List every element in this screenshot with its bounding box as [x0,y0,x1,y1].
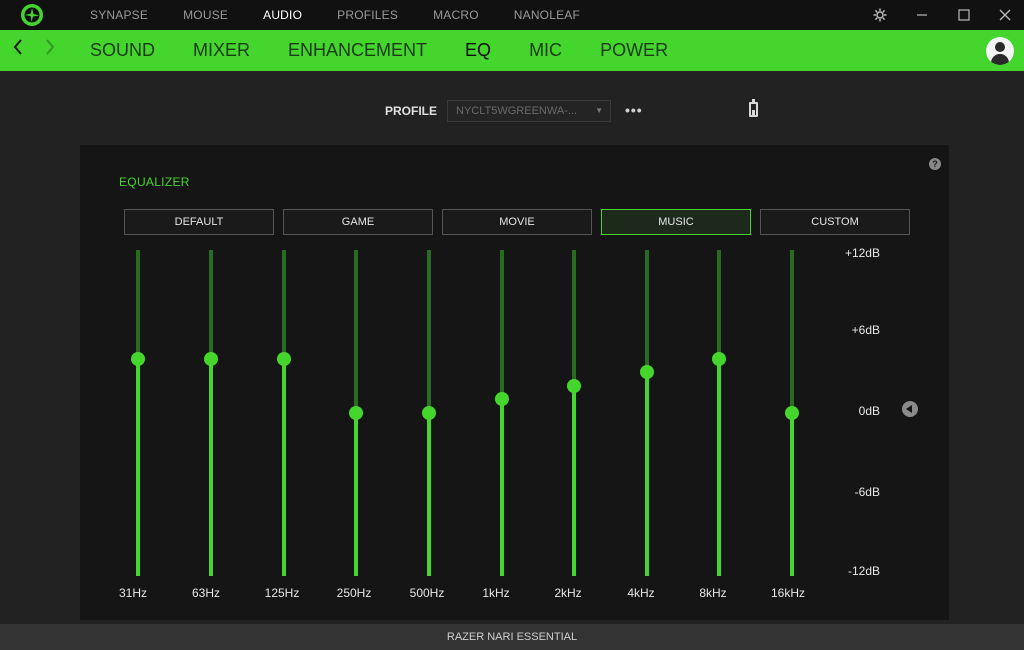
freq-label: 125Hz [264,586,300,600]
db-scale-label: +12dB [844,246,880,260]
reset-arrow-icon[interactable] [902,401,918,417]
preset-default-button[interactable]: DEFAULT [124,209,274,235]
eq-slider-125hz[interactable] [274,250,294,576]
slider-fill [136,358,140,576]
avatar-head [995,42,1005,52]
sub-nav-bar: SOUND MIXER ENHANCEMENT EQ MIC POWER [0,30,1024,71]
preset-movie-button[interactable]: MOVIE [442,209,592,235]
slider-knob[interactable] [785,406,799,420]
preset-buttons: DEFAULT GAME MOVIE MUSIC CUSTOM [124,209,919,235]
avatar-body [991,54,1009,65]
db-scale-label: -6dB [854,485,880,499]
db-scale-label: +6dB [851,323,880,337]
slider-fill [282,358,286,576]
slider-knob[interactable] [712,351,726,366]
preset-music-button[interactable]: MUSIC [601,209,751,235]
topnav-nanoleaf[interactable]: NANOLEAF [514,8,580,22]
db-scale-label: 0dB [858,404,880,418]
freq-label: 63Hz [191,586,220,600]
slider-fill [209,358,213,576]
equalizer-panel: EQUALIZER ? DEFAULT GAME MOVIE MUSIC CUS… [80,145,949,620]
slider-knob[interactable] [277,351,291,366]
chevron-down-icon: ▼ [595,106,603,115]
eq-slider-2khz[interactable] [564,250,584,576]
tab-power[interactable]: POWER [600,40,668,61]
battery-icon [749,99,758,117]
topnav-profiles[interactable]: PROFILES [337,8,398,22]
eq-slider-1khz[interactable] [492,250,512,576]
settings-gear-icon[interactable] [865,0,895,30]
close-icon[interactable] [990,0,1020,30]
slider-fill [427,413,431,576]
slider-fill [717,358,721,576]
freq-label: 250Hz [336,586,372,600]
slider-knob[interactable] [204,351,218,366]
eq-slider-4khz[interactable] [637,250,657,576]
user-avatar-icon[interactable] [986,37,1014,65]
topnav-audio[interactable]: AUDIO [263,8,302,22]
topnav-macro[interactable]: MACRO [433,8,479,22]
slider-knob[interactable] [349,406,363,420]
eq-slider-500hz[interactable] [419,250,439,576]
top-nav: SYNAPSE MOUSE AUDIO PROFILES MACRO NANOL… [90,0,615,30]
freq-label: 1kHz [482,586,510,600]
slider-knob[interactable] [640,365,654,380]
tab-sound[interactable]: SOUND [90,40,155,61]
eq-slider-31hz[interactable] [128,250,148,576]
freq-label: 31Hz [118,586,147,600]
preset-game-button[interactable]: GAME [283,209,433,235]
maximize-icon[interactable] [949,0,979,30]
topnav-synapse[interactable]: SYNAPSE [90,8,148,22]
equalizer-title: EQUALIZER [119,175,190,189]
eq-slider-16khz[interactable] [782,250,802,576]
sub-tabs: SOUND MIXER ENHANCEMENT EQ MIC POWER [90,30,706,71]
slider-knob[interactable] [567,378,581,393]
preset-custom-button[interactable]: CUSTOM [760,209,910,235]
eq-slider-63hz[interactable] [201,250,221,576]
freq-label: 4kHz [627,586,655,600]
profile-dropdown-value: NYCLT5WGREENWA-... [456,105,578,117]
more-options-icon[interactable]: ••• [625,102,643,118]
slider-fill [354,413,358,576]
slider-fill [645,372,649,576]
slider-fill [572,385,576,576]
tab-mic[interactable]: MIC [529,40,562,61]
forward-arrow-icon[interactable] [40,38,60,62]
freq-label: 8kHz [699,586,727,600]
slider-knob[interactable] [495,392,509,407]
slider-fill [790,413,794,576]
db-scale-label: -12dB [847,564,880,578]
profile-dropdown[interactable]: NYCLT5WGREENWA-... ▼ [447,100,611,122]
freq-label: 16kHz [770,586,805,600]
razer-logo-icon[interactable] [20,3,44,27]
topnav-mouse[interactable]: MOUSE [183,8,228,22]
tab-enhancement[interactable]: ENHANCEMENT [288,40,427,61]
slider-fill [500,399,504,576]
help-icon[interactable]: ? [929,158,941,170]
title-bar: SYNAPSE MOUSE AUDIO PROFILES MACRO NANOL… [0,0,1024,30]
minimize-icon[interactable] [907,0,937,30]
freq-label: 500Hz [409,586,445,600]
slider-knob[interactable] [131,351,145,366]
slider-knob[interactable] [422,406,436,420]
freq-label: 2kHz [554,586,582,600]
eq-slider-250hz[interactable] [346,250,366,576]
eq-slider-8khz[interactable] [709,250,729,576]
profile-label: PROFILE [385,104,438,118]
back-arrow-icon[interactable] [8,38,28,62]
tab-mixer[interactable]: MIXER [193,40,250,61]
tab-eq[interactable]: EQ [465,40,491,61]
device-name-footer: RAZER NARI ESSENTIAL [0,624,1024,650]
